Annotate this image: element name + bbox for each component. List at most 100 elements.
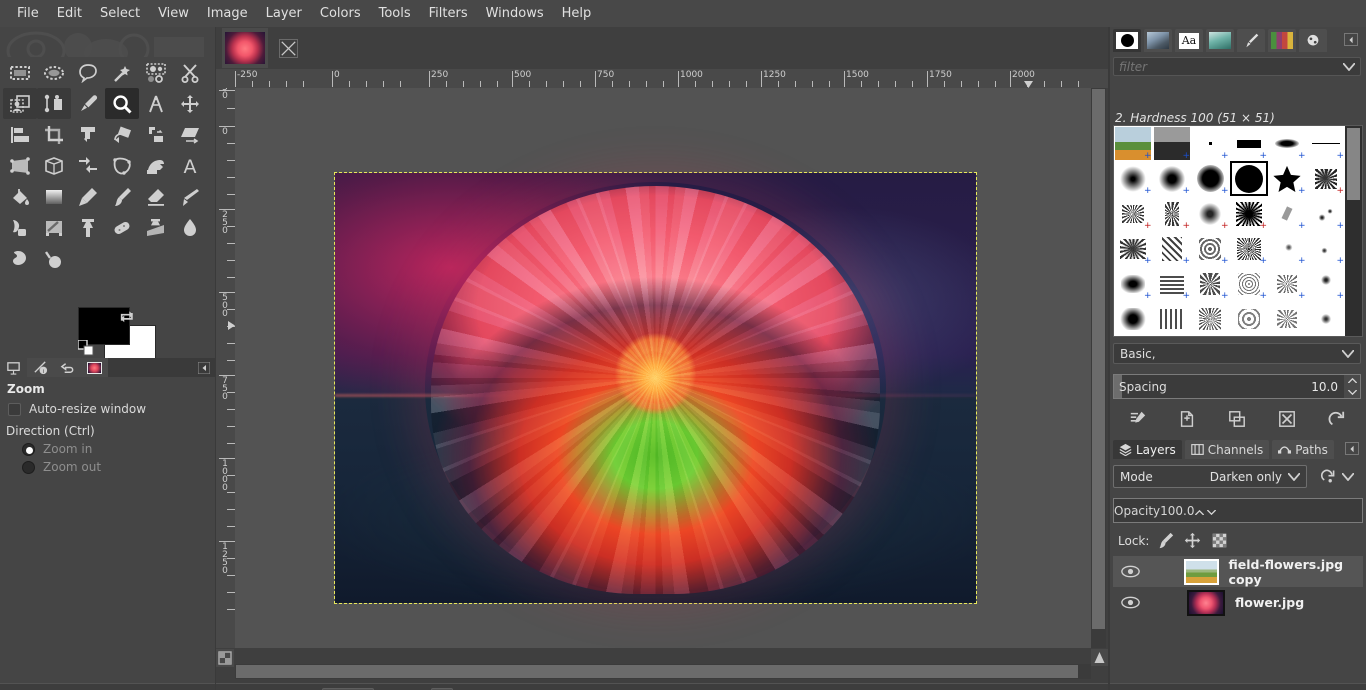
spacing-value[interactable]: 10.0 [1311, 380, 1344, 394]
chevron-down-icon[interactable] [1207, 509, 1217, 515]
menu-file[interactable]: File [8, 3, 48, 25]
tab-layers[interactable]: Layers [1113, 440, 1182, 459]
brush-cell[interactable] [1268, 301, 1307, 336]
edit-brush-icon[interactable] [1118, 407, 1158, 431]
brush-cell[interactable]: + [1268, 231, 1307, 266]
menu-view[interactable]: View [149, 3, 198, 25]
chevron-up-icon[interactable] [1194, 509, 1204, 515]
paintbrush-icon[interactable] [105, 181, 139, 212]
horizontal-scrollbar[interactable] [235, 664, 1091, 679]
layer-opacity-spinner[interactable]: Opacity 100.0 [1113, 498, 1363, 523]
chevron-down-icon[interactable] [1343, 62, 1355, 71]
heal-icon[interactable] [105, 212, 139, 243]
brush-cell[interactable]: + [1153, 161, 1192, 196]
eraser-icon[interactable] [139, 181, 173, 212]
opacity-value[interactable]: 100.0 [1160, 504, 1194, 518]
horizontal-ruler[interactable]: -250 0 250 500 750 1000 1250 1500 1750 2… [216, 69, 1110, 88]
scissors-select-icon[interactable] [173, 57, 207, 88]
toolbox-collapse-icon[interactable] [198, 361, 210, 374]
brush-cell[interactable]: + [1153, 266, 1192, 301]
brush-cell[interactable]: + [1307, 196, 1346, 231]
brush-cell[interactable] [1307, 301, 1346, 336]
spacing-spinner[interactable]: Spacing 10.0 [1113, 374, 1361, 399]
tab-channels[interactable]: Channels [1184, 440, 1270, 459]
clone-icon[interactable] [71, 212, 105, 243]
close-tab-icon[interactable] [279, 39, 298, 58]
brush-cell[interactable]: + [1268, 196, 1307, 231]
select-by-color-icon[interactable] [139, 57, 173, 88]
menu-tools[interactable]: Tools [370, 3, 420, 25]
menu-edit[interactable]: Edit [48, 3, 91, 25]
layers-dock-collapse-icon[interactable] [1345, 442, 1359, 455]
dodge-burn-icon[interactable] [37, 243, 71, 274]
gradients-tab-icon[interactable] [1206, 29, 1234, 52]
scale-icon[interactable] [139, 119, 173, 150]
lock-pixels-icon[interactable] [1157, 532, 1174, 549]
brush-cell[interactable]: + [1307, 266, 1346, 301]
warp-transform-icon[interactable] [139, 150, 173, 181]
brush-filter-row[interactable] [1113, 57, 1361, 76]
fuzzy-select-icon[interactable] [105, 57, 139, 88]
layer-mode-options[interactable] [1311, 465, 1363, 488]
measure-icon[interactable] [139, 88, 173, 119]
brush-cell[interactable] [1114, 301, 1153, 336]
ink-icon[interactable] [3, 212, 37, 243]
brush-cell[interactable]: + [1153, 126, 1192, 161]
brush-cell[interactable]: + [1114, 231, 1153, 266]
layer-visibility-toggle[interactable] [1121, 563, 1140, 581]
vertical-scrollbar[interactable] [1091, 88, 1106, 648]
menu-colors[interactable]: Colors [311, 3, 370, 25]
brush-cell[interactable]: + [1191, 196, 1230, 231]
document-history-tab-icon[interactable] [1299, 29, 1327, 52]
cage-transform-icon[interactable] [105, 150, 139, 181]
auto-resize-window-option[interactable]: Auto-resize window [0, 399, 215, 419]
paint-dynamics-tab-icon[interactable] [1237, 29, 1265, 52]
shear-icon[interactable] [173, 119, 207, 150]
perspective-icon[interactable] [3, 150, 37, 181]
move-icon[interactable] [173, 88, 207, 119]
paths-icon[interactable] [37, 88, 71, 119]
brush-cell[interactable]: + [1230, 126, 1269, 161]
brush-cell[interactable]: + [1114, 126, 1153, 161]
text-icon[interactable]: A [173, 150, 207, 181]
canvas-area[interactable] [235, 88, 1091, 648]
duplicate-brush-icon[interactable] [1217, 407, 1257, 431]
brush-grid-scrollbar[interactable] [1345, 126, 1362, 336]
menu-windows[interactable]: Windows [477, 3, 553, 25]
brush-cell[interactable] [1191, 301, 1230, 336]
rect-select-icon[interactable] [3, 57, 37, 88]
quick-mask-toggle[interactable] [216, 649, 234, 667]
brush-cell[interactable]: + [1114, 266, 1153, 301]
rotate-icon[interactable] [105, 119, 139, 150]
horizontal-scroll-thumb[interactable] [236, 665, 1078, 678]
pencil-icon[interactable] [71, 181, 105, 212]
menu-select[interactable]: Select [91, 3, 149, 25]
brush-cell[interactable] [1230, 301, 1269, 336]
brush-cell[interactable] [1153, 301, 1192, 336]
brush-cell[interactable]: + [1230, 231, 1269, 266]
images-tab-icon[interactable] [0, 358, 27, 377]
device-status-icon[interactable]: i [27, 358, 54, 377]
chevron-down-icon[interactable] [1347, 389, 1357, 395]
chevron-down-icon[interactable] [1342, 472, 1354, 481]
brush-cell[interactable]: + [1114, 196, 1153, 231]
brush-grid[interactable]: + + + + + + + + + + + + + + + + + + + + … [1114, 126, 1345, 336]
brush-cell-selected[interactable] [1229, 161, 1268, 196]
reset-colors-icon[interactable] [78, 340, 96, 358]
zoom-icon[interactable] [105, 88, 139, 119]
zoom-in-radio[interactable] [22, 442, 35, 456]
gradient-icon[interactable] [37, 181, 71, 212]
navigation-preview-button[interactable] [1091, 649, 1108, 666]
brush-cell[interactable]: + [1268, 126, 1307, 161]
unified-transform-icon[interactable] [71, 119, 105, 150]
new-brush-icon[interactable] [1167, 407, 1207, 431]
brush-cell[interactable]: + [1307, 231, 1346, 266]
brush-cell[interactable]: + [1230, 266, 1269, 301]
smudge-icon[interactable] [3, 243, 37, 274]
blur-sharpen-icon[interactable] [173, 212, 207, 243]
zoom-in-option[interactable]: Zoom in [0, 440, 215, 458]
delete-brush-icon[interactable] [1267, 407, 1307, 431]
mypaint-brush-icon[interactable] [37, 212, 71, 243]
brush-cell[interactable]: + [1191, 231, 1230, 266]
flip-icon[interactable] [71, 150, 105, 181]
